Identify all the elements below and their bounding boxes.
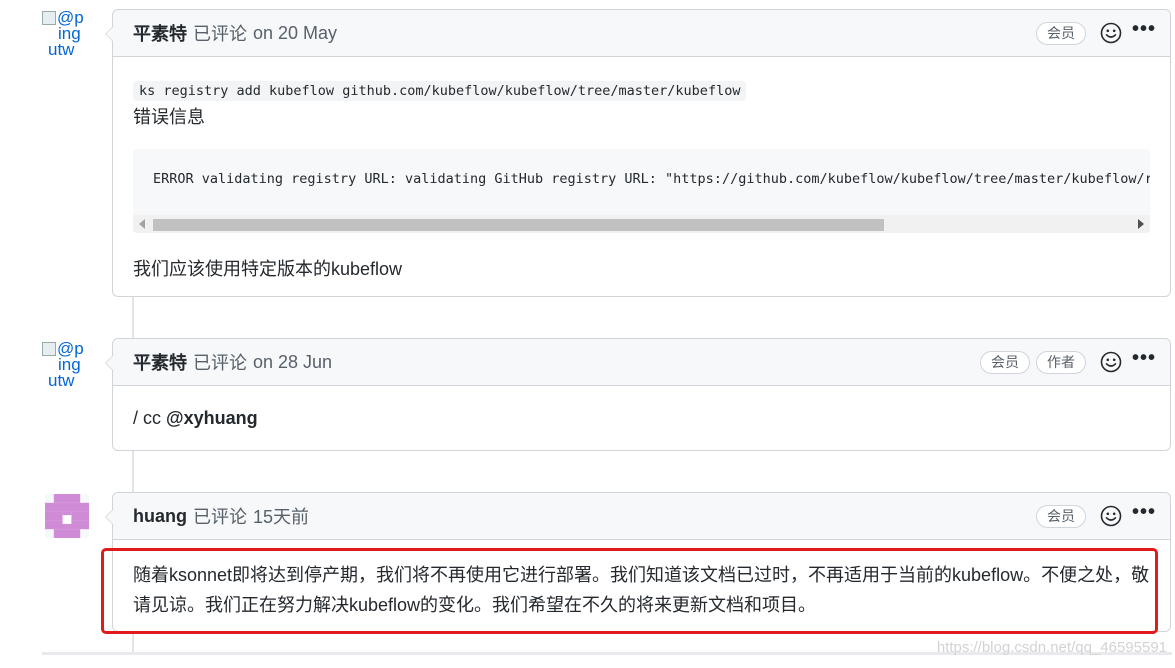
comment-body: / cc @xyhuang <box>113 386 1170 429</box>
comment-timestamp[interactable]: 15天前 <box>253 503 309 529</box>
watermark: https://blog.csdn.net/qq_46595591 <box>936 639 1167 656</box>
inline-code: ks registry add kubeflow github.com/kube… <box>133 81 747 101</box>
comment-action: 已评论 <box>193 507 247 527</box>
broken-image-icon <box>42 11 56 25</box>
kebab-horizontal-icon[interactable]: ••• <box>1132 19 1156 39</box>
member-badge: 会员 <box>979 350 1030 374</box>
comment: 平素特 已评论 on 20 May 会员 ••• ks registry add… <box>105 9 1171 297</box>
annotation-highlight-box <box>101 548 1158 634</box>
author-badge: 作者 <box>1035 350 1086 374</box>
kebab-horizontal-icon[interactable]: ••• <box>1132 348 1156 368</box>
user-mention-link[interactable]: @xyhuang <box>166 408 258 428</box>
comment-header: huang 已评论 15天前 会员 ••• <box>105 493 1170 540</box>
scroll-right-icon[interactable] <box>1138 219 1144 229</box>
member-badge: 会员 <box>1035 21 1086 45</box>
avatar[interactable] <box>45 494 89 538</box>
comment: 平素特 已评论 on 28 Jun 会员 作者 ••• / cc @xyhuan… <box>105 338 1171 451</box>
avatar[interactable]: @p ing utw <box>42 341 88 387</box>
comment-action: 已评论 <box>193 353 247 373</box>
member-badge: 会员 <box>1035 504 1086 528</box>
timeline-connector <box>132 296 134 338</box>
scrollbar-thumb[interactable] <box>153 219 884 231</box>
smiley-icon[interactable] <box>1100 505 1122 527</box>
timeline-connector <box>132 450 134 492</box>
broken-image-icon <box>42 342 56 356</box>
smiley-icon[interactable] <box>1100 22 1122 44</box>
comment-action: 已评论 <box>193 24 247 44</box>
error-code: ERROR validating registry URL: validatin… <box>153 171 1150 187</box>
avatar-alt-line: utw <box>48 40 75 56</box>
comment-timestamp[interactable]: on 20 May <box>253 23 337 44</box>
comment-header: 平素特 已评论 on 20 May 会员 ••• <box>105 10 1170 57</box>
kebab-horizontal-icon[interactable]: ••• <box>1132 502 1156 522</box>
avatar[interactable]: @p ing utw <box>42 10 88 56</box>
comment-author[interactable]: huang <box>133 506 187 527</box>
code-block: ERROR validating registry URL: validatin… <box>133 149 1150 233</box>
comment-author[interactable]: 平素特 <box>133 349 187 375</box>
comment-text: 我们应该使用特定版本的kubeflow <box>133 259 403 279</box>
timeline-connector <box>132 632 134 652</box>
error-label: 错误信息 <box>133 107 205 127</box>
avatar-alt-line: utw <box>48 371 75 387</box>
scroll-left-icon[interactable] <box>139 219 145 229</box>
comment-author[interactable]: 平素特 <box>133 20 187 46</box>
horizontal-scrollbar[interactable] <box>133 215 1150 233</box>
comment-timestamp[interactable]: on 28 Jun <box>253 352 332 373</box>
smiley-icon[interactable] <box>1100 351 1122 373</box>
comment-text: / cc <box>133 408 167 428</box>
comment-header: 平素特 已评论 on 28 Jun 会员 作者 ••• <box>105 339 1170 386</box>
